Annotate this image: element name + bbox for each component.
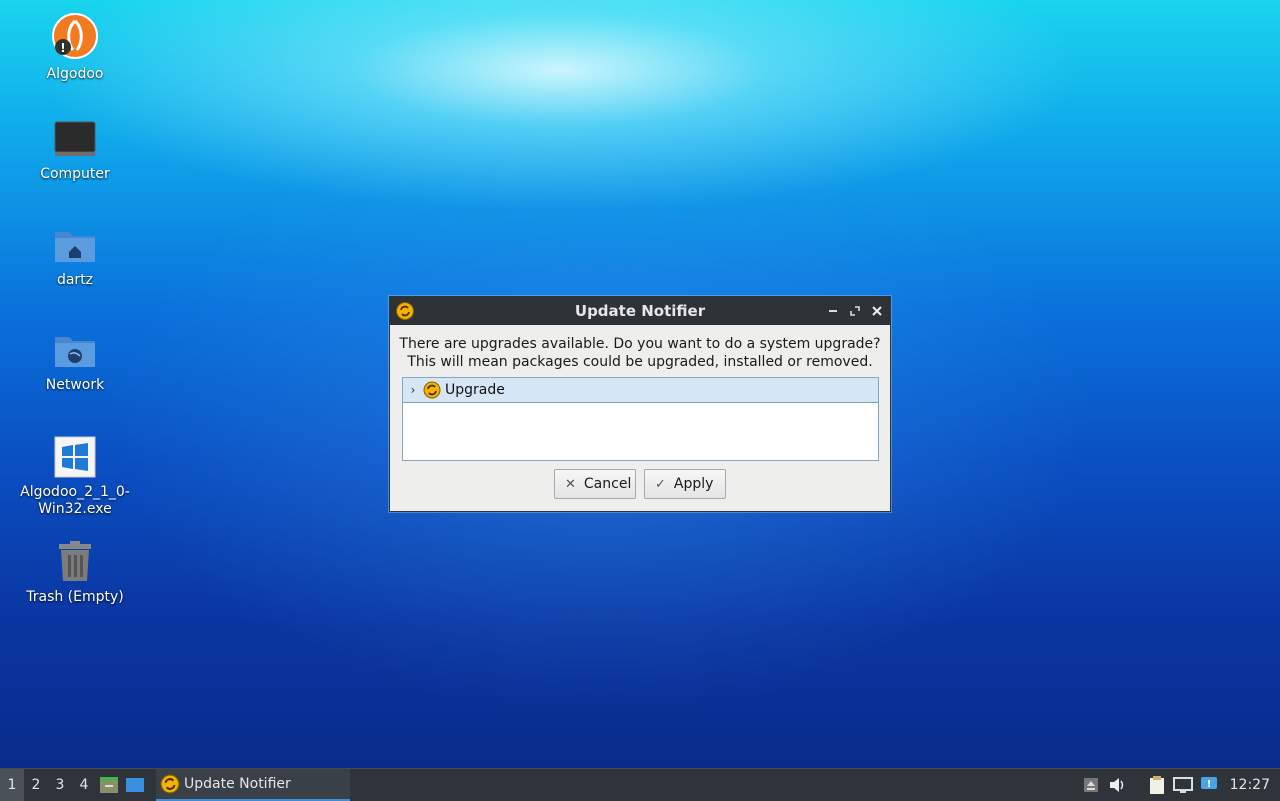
svg-text:!: ! [1206,779,1211,790]
desktop-icon-label: Trash (Empty) [26,589,124,605]
desktop-icon-network[interactable]: Network [15,331,135,394]
desktop-icon-home-folder[interactable]: dartz [15,226,135,289]
maximize-icon [850,306,860,316]
workspace-2[interactable]: 2 [24,769,48,801]
desktop-icon-label-line1: Algodoo_2_1_0- [20,484,130,500]
eject-icon [1083,778,1098,792]
windows-executable-icon [54,436,96,478]
update-notifier-icon [396,302,414,320]
dialog-titlebar[interactable]: Update Notifier [390,297,890,325]
system-tray: ! 12:27 [1078,769,1280,801]
apply-button[interactable]: ✓ Apply [644,469,726,499]
desktop-icon-label: Algodoo [46,66,104,82]
eject-button[interactable] [1078,769,1104,801]
desktop-icon-algodoo[interactable]: ! Algodoo [15,12,135,83]
message-line-1: There are upgrades available. Do you wan… [399,336,881,352]
chevron-right-icon[interactable]: › [403,383,423,397]
desktop-icon-label-line2: Win32.exe [38,501,112,517]
desktop-icon-label: dartz [56,272,94,288]
minimize-icon [829,310,837,312]
file-manager-icon [100,777,118,793]
svg-text:!: ! [60,41,65,55]
close-icon [872,306,882,316]
clipboard-icon [1149,776,1164,794]
trash-icon [59,541,91,581]
workspace-1[interactable]: 1 [0,769,24,801]
clock[interactable]: 12:27 [1222,777,1280,793]
update-notification-button[interactable]: ! [1196,769,1222,801]
algodoo-icon: ! [52,13,98,59]
update-notifier-dialog: Update Notifier There are upgrades avail… [389,296,891,512]
cancel-label: Cancel [583,476,632,492]
desktop-icon-installer[interactable]: Algodoo_2_1_0- Win32.exe [15,436,135,518]
update-alert-icon: ! [1200,777,1217,790]
update-notifier-icon [160,774,180,794]
taskbar: 1 2 3 4 Update Notifier ! 12:27 [0,768,1280,801]
close-icon: ✕ [565,476,576,492]
network-folder-icon [55,337,95,367]
home-folder-icon [55,232,95,262]
upgrade-tree[interactable]: › Upgrade [402,377,879,461]
taskbar-task-update-notifier[interactable]: Update Notifier [156,769,350,801]
file-manager-launcher[interactable] [96,769,122,801]
show-desktop-button[interactable] [122,769,148,801]
workspace-3[interactable]: 3 [48,769,72,801]
desktop-icon-label: Computer [40,166,110,182]
clipboard-button[interactable] [1144,769,1170,801]
volume-button[interactable] [1104,769,1130,801]
task-label: Update Notifier [184,776,291,792]
cancel-button[interactable]: ✕ Cancel [554,469,636,499]
volume-icon [1109,778,1123,792]
desktop-icon-label: Network [45,377,105,393]
network-button[interactable] [1170,769,1196,801]
desktop-icon [126,778,144,792]
tree-item-label: Upgrade [445,382,505,398]
check-icon: ✓ [655,476,666,492]
dialog-title: Update Notifier [574,302,706,320]
workspace-4[interactable]: 4 [72,769,96,801]
tree-row-upgrade[interactable]: › Upgrade [403,378,878,403]
dialog-message: There are upgrades available. Do you wan… [390,335,890,371]
update-notifier-icon [423,381,441,399]
network-wired-icon [1172,777,1193,793]
desktop-icon-trash[interactable]: Trash (Empty) [15,541,135,606]
apply-label: Apply [673,476,714,492]
minimize-button[interactable] [824,302,842,320]
maximize-button[interactable] [846,302,864,320]
desktop-icon-computer[interactable]: Computer [15,120,135,183]
message-line-2: This will mean packages could be upgrade… [407,354,873,370]
computer-icon [54,121,96,156]
close-button[interactable] [868,302,886,320]
